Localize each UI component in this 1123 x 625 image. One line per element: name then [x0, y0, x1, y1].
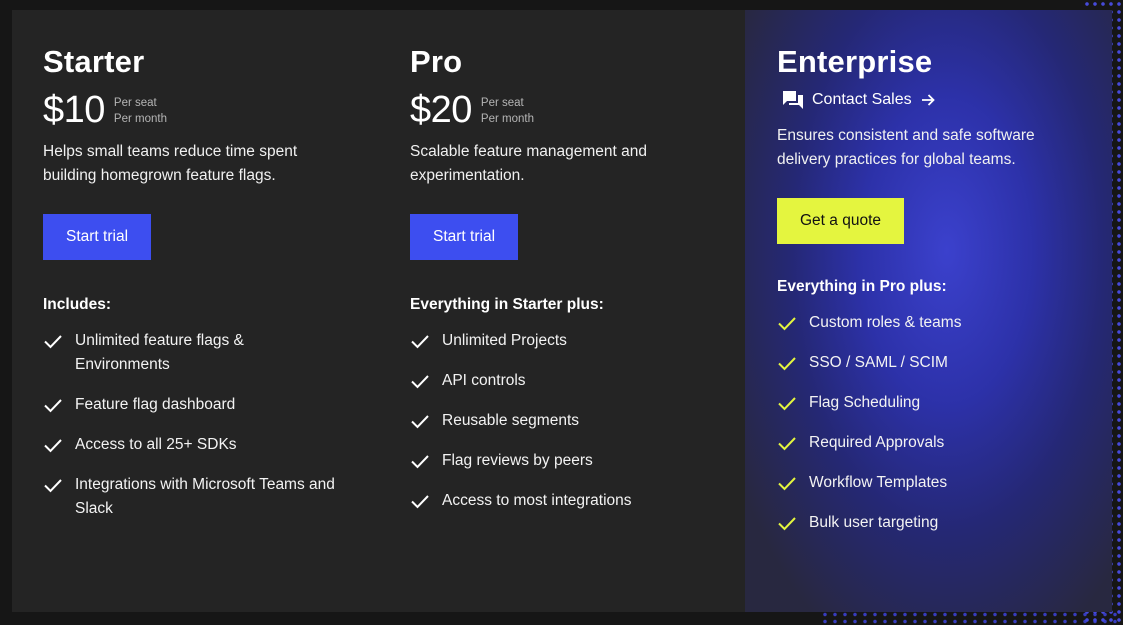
feature-label: Unlimited feature flags & Environments	[75, 332, 244, 373]
price-per-seat: Per seat	[113, 97, 157, 109]
chat-bubbles-icon	[783, 91, 803, 109]
check-icon	[411, 455, 429, 469]
feature-item: Feature flag dashboard	[43, 393, 379, 417]
feature-label: Flag Scheduling	[809, 394, 921, 411]
start-trial-button[interactable]: Start trial	[43, 214, 152, 260]
check-icon	[778, 317, 796, 331]
check-icon	[44, 479, 62, 493]
includes-title: Everything in Starter plus:	[410, 296, 604, 313]
plan-description: Scalable feature management and experime…	[410, 143, 647, 184]
feature-label: Custom roles & teams	[809, 314, 962, 331]
price-per-month: Per month	[480, 113, 534, 125]
feature-item: Unlimited feature flags & Environments	[43, 329, 379, 377]
feature-item: Access to most integrations	[410, 489, 745, 513]
feature-label: Unlimited Projects	[442, 332, 567, 349]
plan-price: $10	[43, 89, 105, 131]
check-icon	[778, 437, 796, 451]
feature-label: API controls	[442, 372, 526, 389]
feature-item: Access to all 25+ SDKs	[43, 433, 379, 457]
feature-item: Unlimited Projects	[410, 329, 745, 353]
feature-item: Reusable segments	[410, 409, 745, 433]
price-meta: Per seat Per month	[114, 95, 167, 127]
price-row: $20 Per seat Per month	[410, 90, 745, 130]
price-row: $10 Per seat Per month	[43, 90, 379, 130]
feature-label: Bulk user targeting	[809, 514, 939, 531]
check-icon	[411, 415, 429, 429]
plan-card-enterprise: Enterprise Contact Sales Ensures consist…	[745, 10, 1112, 612]
feature-label: Access to all 25+ SDKs	[75, 436, 237, 453]
check-icon	[411, 495, 429, 509]
feature-label: Reusable segments	[442, 412, 579, 429]
feature-list: Unlimited feature flags & Environments F…	[43, 329, 379, 521]
feature-label: Flag reviews by peers	[442, 452, 593, 469]
plan-name: Starter	[43, 44, 145, 79]
decorative-dot-pattern-bottom	[820, 611, 1123, 625]
get-quote-button[interactable]: Get a quote	[777, 198, 905, 244]
plan-card-pro: Pro $20 Per seat Per month Scalable feat…	[379, 10, 745, 612]
plan-card-starter: Starter $10 Per seat Per month Helps sma…	[12, 10, 379, 612]
feature-list: Custom roles & teams SSO / SAML / SCIM F…	[777, 311, 1112, 535]
check-icon	[44, 399, 62, 413]
feature-label: SSO / SAML / SCIM	[809, 354, 948, 371]
feature-label: Integrations with Microsoft Teams and Sl…	[75, 476, 335, 517]
check-icon	[778, 397, 796, 411]
start-trial-button[interactable]: Start trial	[410, 214, 519, 260]
pricing-panel: Starter $10 Per seat Per month Helps sma…	[12, 10, 1112, 612]
feature-item: Custom roles & teams	[777, 311, 1112, 335]
feature-label: Feature flag dashboard	[75, 396, 236, 413]
price-per-month: Per month	[113, 113, 167, 125]
includes-title: Everything in Pro plus:	[777, 278, 947, 295]
contact-sales-link[interactable]: Contact Sales	[777, 86, 1112, 114]
check-icon	[778, 357, 796, 371]
feature-item: API controls	[410, 369, 745, 393]
plan-description: Ensures consistent and safe software del…	[777, 127, 1035, 168]
feature-label: Workflow Templates	[809, 474, 948, 491]
contact-sales-label: Contact Sales	[812, 91, 912, 108]
plan-description: Helps small teams reduce time spent buil…	[43, 143, 298, 184]
check-icon	[411, 375, 429, 389]
price-meta: Per seat Per month	[481, 95, 534, 127]
feature-label: Access to most integrations	[442, 492, 632, 509]
feature-list: Unlimited Projects API controls Reusable…	[410, 329, 745, 513]
plan-price: $20	[410, 89, 472, 131]
feature-item: Flag reviews by peers	[410, 449, 745, 473]
feature-item: Bulk user targeting	[777, 511, 1112, 535]
check-icon	[44, 439, 62, 453]
plan-name: Enterprise	[777, 44, 933, 79]
feature-item: Flag Scheduling	[777, 391, 1112, 415]
includes-title: Includes:	[43, 296, 112, 313]
check-icon	[44, 335, 62, 349]
feature-item: Workflow Templates	[777, 471, 1112, 495]
arrow-right-icon	[921, 94, 935, 106]
check-icon	[778, 517, 796, 531]
feature-item: SSO / SAML / SCIM	[777, 351, 1112, 375]
feature-item: Integrations with Microsoft Teams and Sl…	[43, 473, 379, 521]
feature-label: Required Approvals	[809, 434, 945, 451]
check-icon	[411, 335, 429, 349]
feature-item: Required Approvals	[777, 431, 1112, 455]
price-per-seat: Per seat	[480, 97, 524, 109]
plan-name: Pro	[410, 44, 463, 79]
check-icon	[778, 477, 796, 491]
